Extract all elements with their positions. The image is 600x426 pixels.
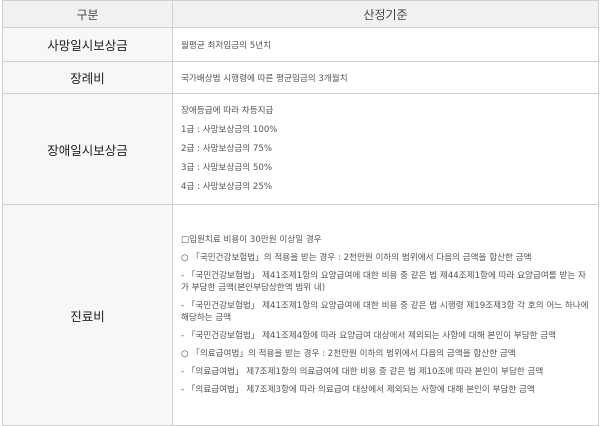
disability-line: 3급 : 사망보상금의 50% bbox=[181, 163, 273, 173]
disability-line: 장애등급에 따라 차등지급 bbox=[181, 106, 274, 116]
table-row: 장례비 국가배상법 시행령에 따른 평균임금의 3개월치 bbox=[2, 61, 599, 94]
disability-line: 1급 : 사망보상금의 100% bbox=[181, 125, 278, 135]
row-content-funeral-expenses: 국가배상법 시행령에 따른 평균임금의 3개월치 bbox=[172, 61, 599, 94]
medical-line: - 「국민건강보험법」 제41조제1항의 요양급여에 대한 비용 중 같은 법 … bbox=[181, 271, 586, 293]
row-content-death-compensation: 월평균 최저임금의 5년치 bbox=[172, 27, 599, 62]
disability-line: 4급 : 사망보상금의 25% bbox=[181, 182, 273, 192]
medical-line: - 「국민건강보험법」 제41조제1항의 요양급여에 대한 비용 중 같은 법 … bbox=[181, 301, 589, 323]
row-content-disability-compensation: 장애등급에 따라 차등지급 1급 : 사망보상금의 100% 2급 : 사망보상… bbox=[172, 93, 599, 205]
table-row: 사망일시보상금 월평균 최저임금의 5년치 bbox=[2, 27, 599, 62]
header-criteria: 산정기준 bbox=[172, 0, 599, 28]
table-header-row: 구분 산정기준 bbox=[2, 0, 599, 28]
medical-line: - 「국민건강보험법」 제41조제4항에 따라 요양급여 대상에서 제외되는 사… bbox=[181, 331, 557, 341]
medical-line: ○ 「의료급여법」의 적용을 받는 경우 : 2천만원 이하의 범위에서 다음의… bbox=[181, 349, 516, 359]
row-content-medical-expenses: □입원치료 비용이 30만원 이상일 경우 ○ 「국민건강보험법」의 적용을 받… bbox=[172, 204, 599, 426]
table-row: 진료비 □입원치료 비용이 30만원 이상일 경우 ○ 「국민건강보험법」의 적… bbox=[2, 204, 599, 426]
row-label-death-compensation: 사망일시보상금 bbox=[2, 27, 173, 62]
medical-line: - 「의료급여법」 제7조제1항의 의료급여에 대한 비용 중 같은 법 제10… bbox=[181, 367, 544, 377]
table-row: 장애일시보상금 장애등급에 따라 차등지급 1급 : 사망보상금의 100% 2… bbox=[2, 93, 599, 205]
disability-line: 2급 : 사망보상금의 75% bbox=[181, 144, 273, 154]
header-category: 구분 bbox=[2, 0, 173, 28]
row-label-disability-compensation: 장애일시보상금 bbox=[2, 93, 173, 205]
medical-line: □입원치료 비용이 30만원 이상일 경우 bbox=[181, 235, 322, 245]
compensation-table: 구분 산정기준 사망일시보상금 월평균 최저임금의 5년치 장례비 국가배상법 … bbox=[2, 0, 599, 426]
row-label-medical-expenses: 진료비 bbox=[2, 204, 173, 426]
medical-line: - 「의료급여법」 제7조제3항에 따라 의료급여 대상에서 제외되는 사항에 … bbox=[181, 385, 535, 395]
row-label-funeral-expenses: 장례비 bbox=[2, 61, 173, 94]
medical-line: ○ 「국민건강보험법」의 적용을 받는 경우 : 2천만원 이하의 범위에서 다… bbox=[181, 253, 532, 263]
